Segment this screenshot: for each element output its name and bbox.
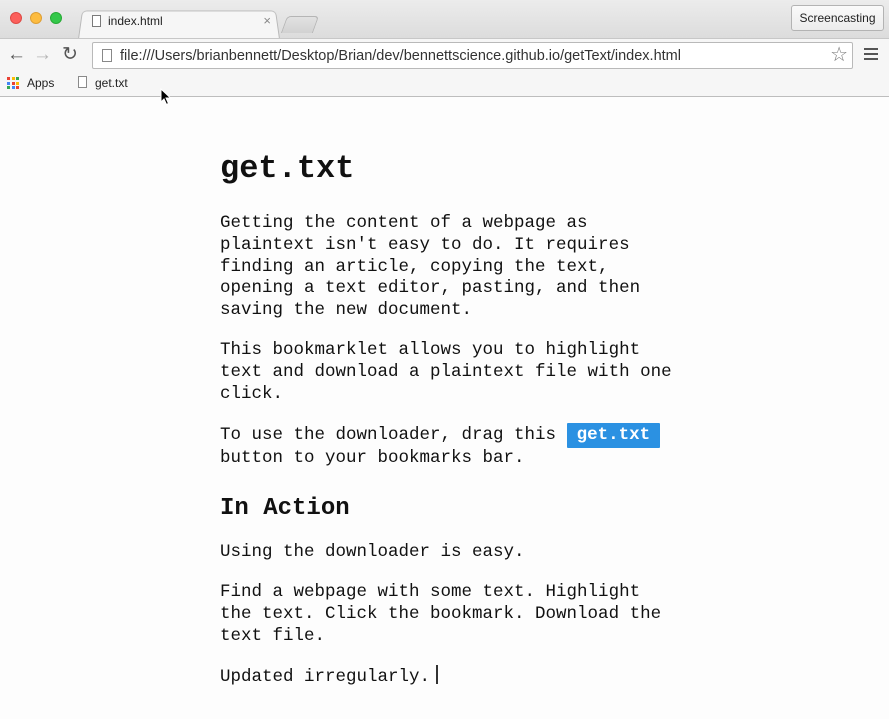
url-text[interactable]: file:///Users/brianbennett/Desktop/Brian… [120, 48, 681, 64]
section-title: In Action [220, 495, 350, 523]
intro-paragraph: Getting the content of a webpage as plai… [220, 213, 641, 321]
screencasting-extension-button[interactable]: Screencasting [791, 5, 884, 31]
instructions-text: To use the downloader, drag this [220, 425, 557, 446]
apps-grid-dot [11, 86, 15, 89]
bookmark-get-txt[interactable]: get.txt [95, 76, 128, 90]
apps-grid-dot [16, 86, 19, 89]
apps-grid-dot [7, 77, 10, 80]
action-paragraph-1: Using the downloader is easy. [220, 542, 525, 563]
tab-title: index.html [108, 14, 163, 28]
page-icon [92, 15, 101, 27]
page-title: get.txt [220, 150, 355, 187]
apps-grid-dot [7, 81, 10, 85]
browser-titlebar: index.html × Screencasting [0, 0, 889, 40]
page-icon [102, 49, 112, 62]
bookmark-apps[interactable]: Apps [27, 76, 54, 90]
browser-toolbar: ← → ↻ file:///Users/brianbennett/Desktop… [0, 38, 889, 72]
instructions-text-end: button to your bookmarks bar. [220, 448, 525, 469]
window-maximize-button[interactable] [50, 12, 62, 24]
browser-tab-content[interactable]: index.html × [90, 13, 275, 35]
get-txt-bookmarklet-button[interactable]: get.txt [566, 423, 661, 449]
apps-grid-dot [16, 77, 19, 80]
apps-grid-dot [16, 81, 19, 85]
bookmark-star-icon[interactable]: ☆ [830, 44, 848, 66]
hamburger-menu-icon[interactable] [864, 48, 878, 62]
new-tab-button[interactable] [280, 16, 320, 33]
back-arrow-icon[interactable]: ← [7, 43, 26, 67]
updated-note: Updated irregularly. [220, 665, 680, 689]
window-close-button[interactable] [10, 12, 22, 24]
bookmarks-bar: Apps get.txt [0, 71, 889, 97]
updated-text: Updated irregularly. [220, 667, 431, 688]
text-cursor [436, 665, 439, 685]
apps-grid-dot [11, 81, 15, 85]
mouse-cursor-icon [160, 88, 172, 106]
bookmarklet-description: This bookmarklet allows you to highlight… [220, 339, 672, 404]
action-paragraph-2: Find a webpage with some text. Highlight… [220, 581, 662, 646]
apps-grid-dot [11, 77, 15, 80]
address-bar[interactable]: file:///Users/brianbennett/Desktop/Brian… [92, 42, 853, 69]
tab-close-icon[interactable]: × [263, 13, 271, 28]
reload-icon[interactable]: ↻ [62, 43, 78, 67]
apps-grid-icon[interactable] [7, 77, 19, 89]
forward-arrow-icon[interactable]: → [33, 43, 52, 67]
page-icon [78, 76, 87, 88]
instructions-paragraph: To use the downloader, drag this get.txt… [220, 423, 680, 470]
apps-grid-dot [7, 86, 10, 89]
page-content: get.txt Getting the content of a webpage… [220, 97, 680, 689]
window-minimize-button[interactable] [30, 12, 42, 24]
